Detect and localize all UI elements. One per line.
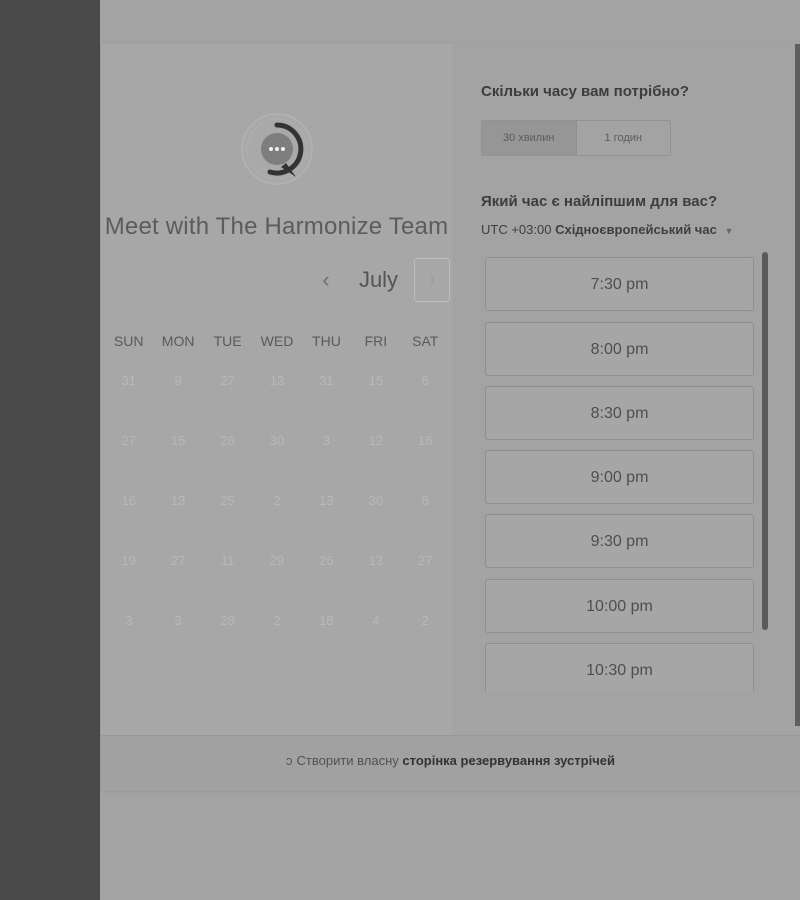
time-slot-button[interactable]: 8:30 pm bbox=[485, 386, 754, 440]
chat-bubble-icon bbox=[241, 113, 313, 185]
time-question: Який час є найліпшим для вас? bbox=[481, 193, 718, 210]
duration-question: Скільки часу вам потрібно? bbox=[481, 83, 689, 100]
calendar-day: 8 bbox=[421, 493, 429, 508]
calendar-day: 31 bbox=[121, 373, 136, 388]
calendar-day: 3 bbox=[322, 433, 331, 448]
duration-30-min-button[interactable]: 30 хвилин bbox=[482, 121, 577, 155]
calendar-day: 13 bbox=[269, 373, 285, 388]
weekday-label: WED bbox=[260, 333, 294, 349]
time-slot-button[interactable]: 9:00 pm bbox=[485, 450, 754, 504]
host-title: Meet with The Harmonize Team bbox=[104, 213, 449, 240]
time-slot-button[interactable]: 10:30 pm bbox=[485, 643, 754, 692]
calendar-day: 26 bbox=[220, 433, 235, 448]
sprocket-icon: ↄ bbox=[286, 753, 293, 768]
calendar-day: 27 bbox=[170, 553, 186, 568]
calendar-week: 3 3 28 2 18 4 2 bbox=[104, 612, 450, 672]
time-slot-button[interactable]: 9:30 pm bbox=[485, 514, 754, 568]
calendar-day: 26 bbox=[319, 553, 334, 568]
weekday-header: SUN MON TUE WED THU FRI SAT bbox=[104, 332, 450, 350]
calendar-day: 11 bbox=[220, 553, 235, 568]
calendar-day: 2 bbox=[273, 613, 281, 628]
weekday-label: TUE bbox=[213, 333, 242, 349]
calendar-day: 13 bbox=[170, 493, 186, 508]
footer-prefix: Створити власну bbox=[296, 753, 399, 768]
next-month-button[interactable]: › bbox=[414, 258, 450, 302]
month-navigation: ‹ July › bbox=[101, 258, 452, 302]
calendar-day: 2 bbox=[273, 493, 281, 508]
calendar-day: 30 bbox=[269, 433, 285, 448]
calendar-week: 16 13 25 2 13 30 8 bbox=[104, 492, 450, 552]
month-label: July bbox=[358, 267, 399, 292]
weekday-label: MON bbox=[161, 333, 195, 349]
calendar-day: 27 bbox=[121, 433, 136, 448]
calendar-day: 13 bbox=[368, 553, 384, 568]
calendar-day: 25 bbox=[220, 493, 235, 508]
calendar-day: 12 bbox=[368, 433, 384, 448]
calendar-grid: SUN MON TUE WED THU FRI SAT 31 9 27 13 3… bbox=[104, 332, 450, 672]
calendar-day: 29 bbox=[269, 553, 285, 568]
calendar-day: 13 bbox=[319, 493, 334, 508]
time-slot-button[interactable]: 8:00 pm bbox=[485, 322, 754, 376]
calendar-day: 31 bbox=[319, 373, 334, 388]
page-scrollbar[interactable] bbox=[795, 44, 800, 726]
footer-link[interactable]: сторінка резервування зустрічей bbox=[402, 753, 615, 768]
timezone-offset: UTC +03:00 bbox=[481, 222, 552, 237]
slot-list-scrollbar[interactable] bbox=[762, 252, 768, 630]
calendar-day: 6 bbox=[421, 373, 429, 388]
calendar-day: 15 bbox=[368, 373, 384, 388]
calendar-day: 18 bbox=[319, 613, 334, 628]
weekday-label: FRI bbox=[364, 333, 388, 349]
calendar-day: 4 bbox=[372, 613, 380, 628]
calendar-day: 2 bbox=[421, 613, 429, 628]
calendar-day: 9 bbox=[174, 373, 182, 388]
left-sidebar bbox=[0, 0, 100, 900]
calendar-week: 19 27 11 29 26 13 27 bbox=[104, 552, 450, 612]
calendar-day: 19 bbox=[121, 553, 136, 568]
calendar-day: 16 bbox=[418, 433, 433, 448]
calendar-day: 3 bbox=[125, 613, 133, 628]
time-slot-button[interactable]: 10:00 pm bbox=[485, 579, 754, 633]
timezone-name: Східноєвропейський час bbox=[555, 222, 717, 237]
calendar-day: 15 bbox=[170, 433, 186, 448]
time-slot-button[interactable]: 7:30 pm bbox=[485, 257, 754, 311]
weekday-label: THU bbox=[312, 333, 341, 349]
caret-down-icon: ▼ bbox=[724, 226, 734, 236]
calendar-day: 3 bbox=[174, 613, 182, 628]
duration-toggle: 30 хвилин 1 годин bbox=[481, 120, 671, 156]
calendar-week: 31 9 27 13 31 15 6 bbox=[104, 372, 450, 432]
calendar-day: 27 bbox=[418, 553, 433, 568]
duration-1-hour-button[interactable]: 1 годин bbox=[577, 121, 671, 155]
time-slot-list[interactable]: 7:30 pm 8:00 pm 8:30 pm 9:00 pm 9:30 pm … bbox=[481, 254, 761, 692]
timezone-selector[interactable]: UTC +03:00 Східноєвропейський час ▼ bbox=[481, 222, 733, 237]
footer-text: ↄ Створити власну сторінка резервування з… bbox=[101, 736, 800, 786]
weekday-label: SAT bbox=[412, 333, 439, 349]
calendar-day: 28 bbox=[220, 613, 235, 628]
previous-month-button[interactable]: ‹ bbox=[306, 258, 346, 302]
weekday-label: SUN bbox=[113, 333, 144, 349]
calendar-day: 16 bbox=[121, 493, 136, 508]
calendar-day: 27 bbox=[220, 373, 235, 388]
footer: ↄ Створити власну сторінка резервування з… bbox=[101, 735, 800, 791]
calendar-week: 27 15 26 30 3 12 16 bbox=[104, 432, 450, 492]
calendar-day: 30 bbox=[368, 493, 384, 508]
